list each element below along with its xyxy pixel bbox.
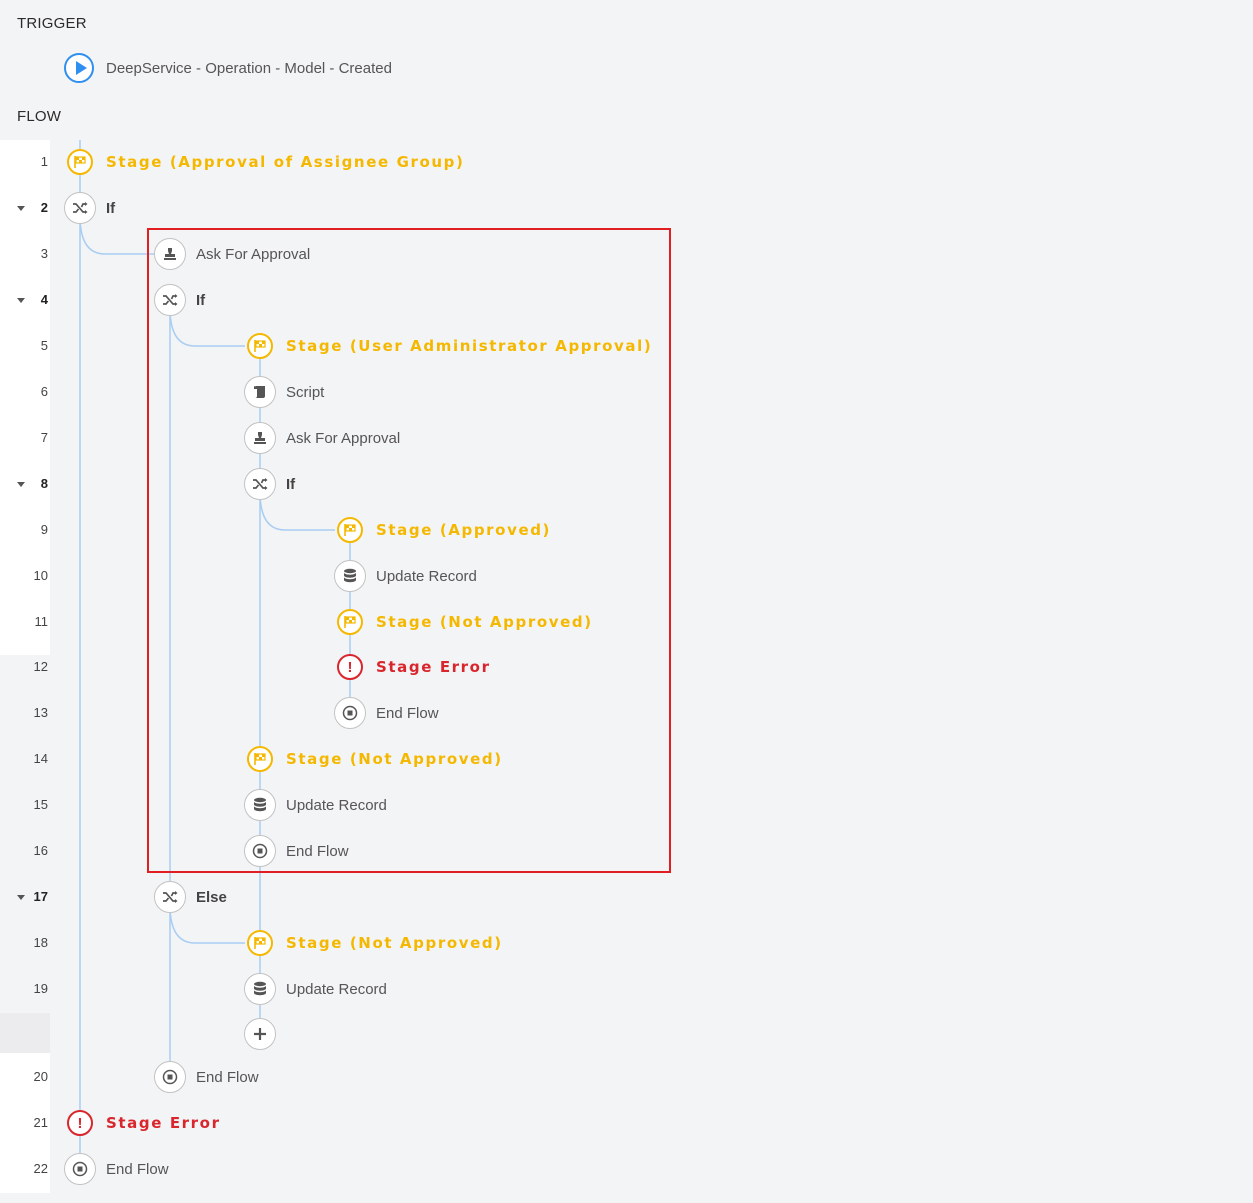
- line-number: 7: [40, 430, 48, 445]
- line-number: 20: [33, 1069, 48, 1084]
- line-number: 9: [40, 522, 48, 537]
- step-label: End Flow: [196, 1068, 259, 1086]
- collapse-caret-icon[interactable]: [17, 482, 25, 487]
- line-number: 22: [33, 1161, 48, 1176]
- line-number: 16: [33, 843, 48, 858]
- line-number: 13: [33, 705, 48, 720]
- collapse-caret-icon[interactable]: [17, 895, 25, 900]
- step-label: Stage Error: [106, 1114, 221, 1132]
- collapse-caret-icon[interactable]: [17, 206, 25, 211]
- line-number: 11: [34, 614, 49, 629]
- selection-highlight-box: [147, 228, 671, 873]
- collapse-caret-icon[interactable]: [17, 298, 25, 303]
- line-number: 6: [40, 384, 48, 399]
- line-number: 3: [40, 246, 48, 261]
- step-label: Stage (Not Approved): [286, 934, 503, 952]
- line-number: 5: [40, 338, 48, 353]
- database-icon: [244, 973, 276, 1005]
- stage-flag-icon: [247, 930, 273, 956]
- flow-step-18[interactable]: Stage (Not Approved): [244, 927, 503, 959]
- line-number: 15: [33, 797, 48, 812]
- error-icon: !: [67, 1110, 93, 1136]
- branch-icon: [154, 881, 186, 913]
- step-label: Stage (Approval of Assignee Group): [106, 153, 465, 171]
- flow-step-1[interactable]: Stage (Approval of Assignee Group): [64, 146, 464, 178]
- branch-icon: [64, 192, 96, 224]
- stop-icon: [154, 1061, 186, 1093]
- flow-step-19[interactable]: Update Record: [244, 973, 387, 1005]
- flow-step-21[interactable]: ! Stage Error: [64, 1107, 221, 1139]
- stop-icon: [64, 1153, 96, 1185]
- line-number: 18: [33, 935, 48, 950]
- line-number: 21: [33, 1115, 48, 1130]
- plus-icon: [244, 1018, 276, 1050]
- line-number: 14: [33, 751, 48, 766]
- flow-step-22[interactable]: End Flow: [64, 1153, 169, 1185]
- line-number: 10: [33, 568, 48, 583]
- flow-step-17[interactable]: Else: [154, 881, 227, 913]
- line-number: 1: [40, 154, 48, 169]
- line-number: 19: [33, 981, 48, 996]
- stage-flag-icon: [67, 149, 93, 175]
- flow-step-2[interactable]: If: [64, 192, 115, 224]
- step-label: Update Record: [286, 980, 387, 998]
- step-label: Else: [196, 888, 227, 906]
- add-step-button[interactable]: [244, 1018, 276, 1050]
- flow-step-20[interactable]: End Flow: [154, 1061, 259, 1093]
- line-number: 12: [33, 659, 48, 674]
- step-label: End Flow: [106, 1160, 169, 1178]
- step-label: If: [106, 199, 116, 217]
